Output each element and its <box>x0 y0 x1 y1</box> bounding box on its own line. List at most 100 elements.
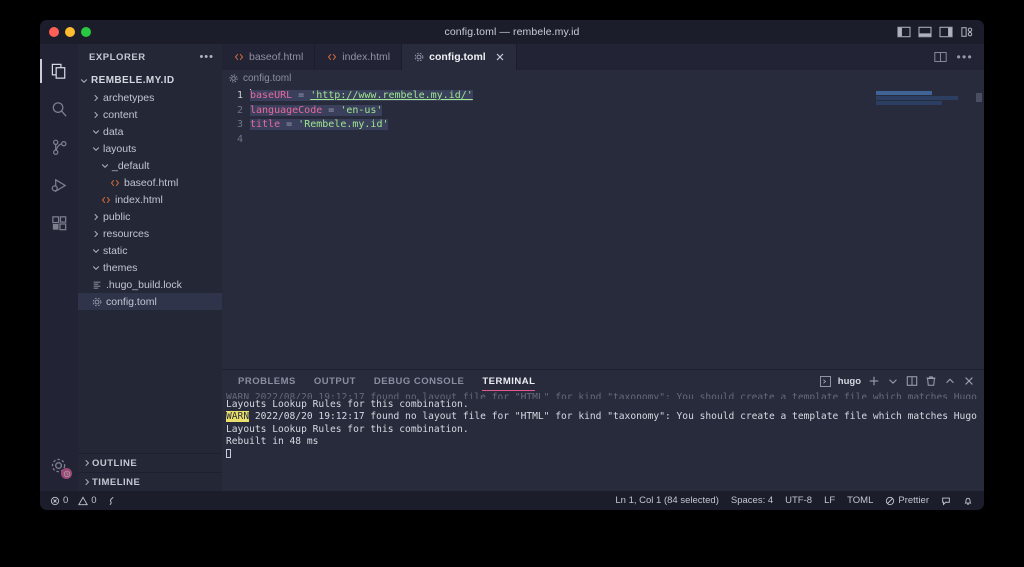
close-tab-icon[interactable] <box>495 52 505 62</box>
maximize-panel-icon[interactable] <box>944 375 956 387</box>
chevron-down-icon <box>90 247 101 255</box>
terminal-output[interactable]: WARN 2022/08/20 19:12:17 found no layout… <box>222 392 984 491</box>
activity-manage[interactable] <box>40 447 78 485</box>
chevron-right-icon <box>93 213 98 220</box>
status-warning-count[interactable]: 0 <box>78 495 97 506</box>
explorer-more-actions-icon[interactable]: ••• <box>199 52 214 63</box>
minimize-window-button[interactable] <box>65 27 75 37</box>
breadcrumb[interactable]: config.toml <box>222 70 984 87</box>
activity-search[interactable] <box>40 90 78 128</box>
status-eol[interactable]: LF <box>824 495 835 506</box>
tree-item-data[interactable]: data <box>78 123 222 140</box>
minimap-slider[interactable] <box>976 93 982 102</box>
tree-item-public[interactable]: public <box>78 208 222 225</box>
new-terminal-icon[interactable] <box>868 375 880 387</box>
tree-item-label: themes <box>103 261 138 274</box>
activity-explorer[interactable] <box>40 52 78 90</box>
code-line: baseURL = 'http://www.rembele.my.id/' <box>250 89 984 104</box>
code-token-op: = <box>292 90 311 101</box>
panel-tab-terminal[interactable]: TERMINAL <box>473 370 544 392</box>
line-number: 4 <box>236 133 243 145</box>
toggle-secondary-sidebar-icon[interactable] <box>939 26 953 38</box>
status-left: 0 0 <box>40 495 117 506</box>
terminal-selector-label[interactable]: hugo <box>838 376 861 387</box>
editor-tab-baseof-html[interactable]: baseof.html <box>222 44 316 70</box>
explorer-title: EXPLORER <box>89 51 146 63</box>
chevron-down-icon <box>99 162 110 170</box>
chevron-down-icon <box>92 129 99 134</box>
zoom-window-button[interactable] <box>81 27 91 37</box>
minimap[interactable] <box>876 91 982 369</box>
search-icon <box>52 101 67 117</box>
layout-controls <box>897 26 984 38</box>
terminal-dropdown-icon[interactable] <box>887 375 899 387</box>
tree-root-rembele[interactable]: REMBELE.MY.ID <box>78 72 222 89</box>
chevron-right-icon <box>81 478 92 486</box>
editor-tab-label: baseof.html <box>249 51 304 63</box>
customize-layout-icon[interactable] <box>960 26 974 38</box>
panel-tab-debug-console[interactable]: DEBUG CONSOLE <box>365 370 473 392</box>
error-icon <box>50 496 60 505</box>
activity-extensions[interactable] <box>40 204 78 242</box>
tree-item--default[interactable]: _default <box>78 157 222 174</box>
tree-item-label: resources <box>103 227 150 240</box>
activity-source-control[interactable] <box>40 128 78 166</box>
tree-item-baseof-html[interactable]: baseof.html <box>78 174 222 191</box>
section-timeline[interactable]: TIMELINE <box>78 472 222 491</box>
close-icon <box>496 53 504 61</box>
code-line: languageCode = 'en-us' <box>250 104 984 119</box>
terminal-warn-badge: WARN <box>226 411 250 423</box>
tree-item-content[interactable]: content <box>78 106 222 123</box>
tree-item-index-html[interactable]: index.html <box>78 191 222 208</box>
section-outline[interactable]: OUTLINE <box>78 453 222 472</box>
panel-actions: hugo <box>819 375 984 387</box>
close-window-button[interactable] <box>49 27 59 37</box>
editor-tab-index-html[interactable]: index.html <box>315 44 403 70</box>
clock-icon <box>63 470 70 477</box>
files-icon <box>51 63 65 79</box>
chevron-right-icon <box>81 459 92 467</box>
kill-terminal-icon[interactable] <box>925 375 937 387</box>
editor-region: baseof.html index.html config.toml ••• c… <box>222 44 984 491</box>
tree-item-themes[interactable]: themes <box>78 259 222 276</box>
tree-item-config-toml[interactable]: config.toml <box>78 293 222 310</box>
code-token-op: = <box>322 104 341 116</box>
editor-tab-config-toml[interactable]: config.toml <box>402 44 517 70</box>
editor-more-actions-icon[interactable]: ••• <box>956 51 973 63</box>
split-editor-icon[interactable] <box>934 51 948 63</box>
chevron-down-icon <box>92 248 99 253</box>
chevron-right-icon <box>90 111 101 119</box>
status-ports[interactable] <box>107 496 117 506</box>
status-encoding[interactable]: UTF-8 <box>785 495 812 506</box>
status-error-count[interactable]: 0 <box>50 495 68 506</box>
code-editor[interactable]: 1 2 3 4 baseURL = 'http://www.rembele.my.id… <box>222 87 984 369</box>
code-content[interactable]: baseURL = 'http://www.rembele.my.id/' lan… <box>250 89 984 147</box>
vscode-window: config.toml — rembele.my.id EXPLORER •••… <box>40 20 984 510</box>
status-notifications[interactable] <box>963 496 973 506</box>
html-icon <box>233 52 244 63</box>
tree-item-label: data <box>103 125 124 138</box>
panel-tab-output[interactable]: OUTPUT <box>305 370 365 392</box>
status-cursor-position[interactable]: Ln 1, Col 1 (84 selected) <box>615 495 719 506</box>
split-terminal-icon[interactable] <box>906 375 918 387</box>
status-feedback[interactable] <box>941 496 951 506</box>
activity-run-debug[interactable] <box>40 166 78 204</box>
tree-item-layouts[interactable]: layouts <box>78 140 222 157</box>
chevron-right-icon <box>93 111 98 118</box>
status-language-mode[interactable]: TOML <box>847 495 873 506</box>
terminal-icon[interactable] <box>819 375 831 387</box>
tree-item-resources[interactable]: resources <box>78 225 222 242</box>
tree-item-label: _default <box>112 159 150 172</box>
tree-item--hugo-build-lock[interactable]: .hugo_build.lock <box>78 276 222 293</box>
close-panel-icon[interactable] <box>963 375 975 387</box>
status-indentation[interactable]: Spaces: 4 <box>731 495 773 506</box>
source-control-icon <box>52 139 66 155</box>
toggle-panel-icon[interactable] <box>918 26 932 38</box>
tree-item-archetypes[interactable]: archetypes <box>78 89 222 106</box>
panel-tab-problems[interactable]: PROBLEMS <box>229 370 305 392</box>
toggle-primary-sidebar-icon[interactable] <box>897 26 911 38</box>
tree-item-static[interactable]: static <box>78 242 222 259</box>
status-prettier[interactable]: Prettier <box>885 495 929 506</box>
sidebar-sections: OUTLINE TIMELINE <box>78 453 222 491</box>
toml-file-icon <box>90 297 104 307</box>
